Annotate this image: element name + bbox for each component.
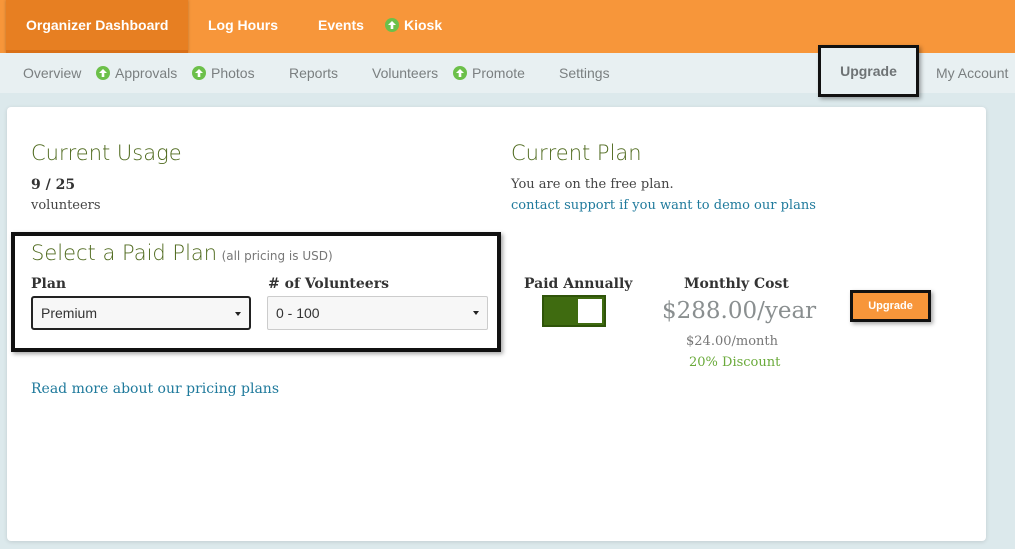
subnav-approvals[interactable]: Approvals [96,53,177,93]
topnav-events[interactable]: Events [318,0,364,53]
toggle-knob [578,299,602,323]
current-plan-status: You are on the free plan. [511,177,674,192]
topnav-log-hours[interactable]: Log Hours [208,0,278,53]
arrow-up-circle-icon [192,66,206,80]
topnav-label: Organizer Dashboard [26,17,169,33]
usage-count: 9 / 25 [31,177,76,193]
arrow-up-circle-icon [453,66,467,80]
subnav-label: Upgrade [840,63,897,79]
chevron-down-icon [235,312,241,316]
volunteers-label: # of Volunteers [268,276,389,292]
volunteers-select-value: 0 - 100 [276,305,320,321]
yearly-price: $288.00/year [662,298,817,324]
subnav-settings[interactable]: Settings [559,53,610,93]
pricing-currency-note: (all pricing is USD) [221,249,333,263]
subnav-reports[interactable]: Reports [289,53,338,93]
topnav-kiosk[interactable]: Kiosk [385,0,442,53]
subnav-label: Reports [289,65,339,81]
subnav-my-account[interactable]: My Account [936,53,1008,93]
upgrade-button[interactable]: Upgrade [850,290,931,322]
subnav-label: Promote [472,65,525,81]
subnav-label: Photos [211,65,255,81]
subnav-label: Approvals [115,65,178,81]
topnav-label: Events [318,17,364,33]
plan-select-value: Premium [41,305,98,321]
volunteers-select[interactable]: 0 - 100 [267,296,488,330]
contact-support-link[interactable]: contact support if you want to demo our … [511,198,816,213]
chevron-down-icon [473,311,479,315]
monthly-price: $24.00/month [686,334,778,349]
subnav-label: Volunteers [372,65,439,81]
discount-text: 20% Discount [689,355,781,370]
paid-annually-label: Paid Annually [524,276,633,292]
plan-select[interactable]: Premium [31,296,251,330]
subnav-overview[interactable]: Overview [23,53,81,93]
usage-unit: volunteers [31,198,101,213]
current-usage-title: Current Usage [31,141,182,165]
subnav-photos[interactable]: Photos [192,53,255,93]
subnav-label: Settings [559,65,610,81]
subnav-volunteers[interactable]: Volunteers [372,53,438,93]
select-plan-heading: Select a Paid Plan (all pricing is USD) [31,241,333,265]
plan-label: Plan [31,276,67,292]
paid-annually-toggle[interactable] [542,295,606,327]
subnav-label: My Account [936,65,1009,81]
monthly-cost-label: Monthly Cost [684,276,789,292]
arrow-up-circle-icon [385,18,399,32]
topnav-label: Kiosk [404,17,443,33]
select-plan-title: Select a Paid Plan [31,241,218,265]
topnav-label: Log Hours [208,17,278,33]
arrow-up-circle-icon [96,66,110,80]
pricing-plans-link[interactable]: Read more about our pricing plans [31,381,279,397]
subnav-label: Overview [23,65,82,81]
subnav-promote[interactable]: Promote [453,53,525,93]
topnav-organizer-dashboard[interactable]: Organizer Dashboard [6,0,188,53]
subnav-upgrade[interactable]: Upgrade [818,45,919,97]
upgrade-button-label: Upgrade [868,300,913,312]
current-plan-title: Current Plan [511,141,642,165]
